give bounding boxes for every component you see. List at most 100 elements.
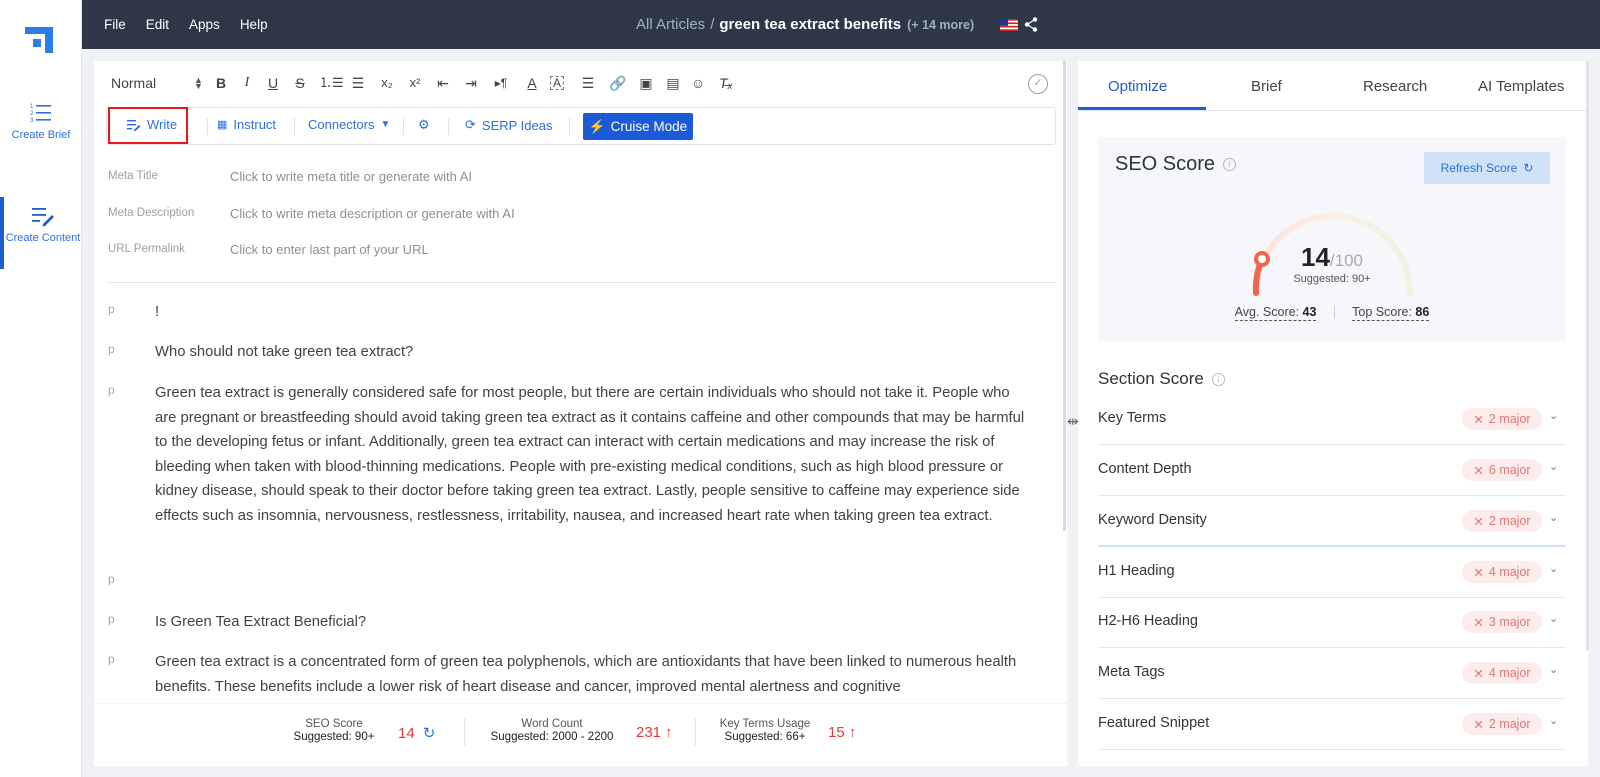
app-logo[interactable] [25, 27, 53, 53]
emoji-icon[interactable]: ☺ [688, 73, 708, 93]
right-scrollbar[interactable] [1586, 61, 1589, 651]
refresh-score-label: Refresh Score [1440, 161, 1518, 175]
top-score[interactable]: Top Score: 86 [1352, 305, 1430, 321]
breadcrumb-all-articles[interactable]: All Articles [636, 16, 705, 33]
block-format-select[interactable]: Normal [111, 75, 156, 91]
badge-label: 4 major [1488, 666, 1531, 680]
bold-icon[interactable]: B [211, 73, 231, 93]
caret-down-icon: ▼ [380, 119, 391, 130]
chevron-down-icon[interactable]: ⌄ [1549, 714, 1558, 727]
chevron-down-icon[interactable]: ⌄ [1549, 562, 1558, 575]
chevron-down-icon[interactable]: ⌄ [1549, 511, 1558, 524]
more-keywords-count[interactable]: (+ 14 more) [907, 18, 974, 32]
menu-file[interactable]: File [104, 17, 126, 32]
chevron-down-icon[interactable]: ⌄ [1549, 409, 1558, 422]
panel-splitter[interactable] [1063, 61, 1066, 531]
chevron-down-icon[interactable]: ⌄ [1549, 612, 1558, 625]
text-direction-icon[interactable]: ▸¶ [491, 73, 511, 93]
section-row-featured-snippet[interactable]: Featured Snippet ✕ 2 major ⌄ [1098, 700, 1566, 750]
tab-optimize[interactable]: Optimize [1108, 78, 1167, 95]
section-row-h1-heading[interactable]: H1 Heading ✕ 4 major ⌄ [1098, 548, 1566, 598]
bullet-list-icon[interactable]: ☰ [348, 73, 368, 93]
section-score-heading: Section Score i [1098, 369, 1225, 389]
tab-active-indicator [1078, 107, 1206, 110]
link-icon[interactable]: 🔗 [608, 73, 628, 93]
info-icon[interactable]: i [1211, 372, 1225, 386]
menu-apps[interactable]: Apps [189, 17, 220, 32]
section-row-content-depth[interactable]: Content Depth ✕ 6 major ⌄ [1098, 446, 1566, 496]
meta-title-input[interactable]: Click to write meta title or generate wi… [230, 169, 472, 184]
score-separator [1333, 306, 1335, 320]
format-toolbar: Normal ▲ ▼ B I U S ⒈☰ ☰ x₂ x² ⇤ ⇥ ▸¶ A A … [94, 61, 1067, 105]
us-flag-icon[interactable] [1000, 19, 1018, 31]
superscript-icon[interactable]: x² [405, 73, 425, 93]
subscript-icon[interactable]: x₂ [377, 73, 397, 93]
paragraph-text[interactable]: Green tea extract is generally considere… [155, 381, 1027, 528]
refresh-icon[interactable]: ↻ [423, 724, 436, 742]
settings-button[interactable]: ⚙ [418, 117, 430, 133]
instruct-button[interactable]: ▦ Instruct [217, 117, 276, 132]
paragraph-text[interactable]: ! [155, 300, 1027, 325]
chevron-down-icon[interactable]: ⌄ [1549, 460, 1558, 473]
refresh-score-button[interactable]: Refresh Score ↻ [1424, 152, 1550, 184]
resize-handle-icon[interactable]: ⇹ [1067, 413, 1079, 430]
image-icon[interactable]: ▣ [636, 73, 656, 93]
underline-icon[interactable]: U [263, 73, 283, 93]
rail-create-brief[interactable]: 1 2 3 Create Brief [0, 102, 82, 142]
status-separator [464, 718, 465, 746]
font-color-icon[interactable]: A [522, 73, 542, 93]
highlight-color-icon[interactable]: A [550, 76, 564, 90]
avg-score[interactable]: Avg. Score: 43 [1234, 305, 1317, 321]
rail-create-content-label: Create Content [5, 232, 81, 244]
section-row-keyword-density[interactable]: Keyword Density ✕ 2 major ⌄ [1098, 497, 1566, 547]
x-icon: ✕ [1473, 717, 1484, 732]
seo-score-heading: SEO Score i [1115, 153, 1237, 176]
meta-description-input[interactable]: Click to write meta description or gener… [230, 206, 515, 221]
cruise-mode-label: Cruise Mode [610, 119, 688, 134]
x-icon: ✕ [1473, 463, 1484, 478]
video-icon[interactable]: ▤ [663, 73, 683, 93]
section-row-key-terms[interactable]: Key Terms ✕ 2 major ⌄ [1098, 395, 1566, 445]
key-terms-stat-suggested: Suggested: 66+ [724, 731, 806, 743]
meta-title-label: Meta Title [108, 170, 158, 182]
indent-icon[interactable]: ⇥ [461, 73, 481, 93]
menu-edit[interactable]: Edit [146, 17, 169, 32]
paragraph-text[interactable]: Who should not take green tea extract? [155, 340, 1027, 365]
url-permalink-input[interactable]: Click to enter last part of your URL [230, 242, 429, 257]
key-terms-stat-value-wrap: 15 ↑ [828, 724, 856, 741]
seo-score-max: /100 [1329, 251, 1363, 270]
url-permalink-label: URL Permalink [108, 243, 185, 255]
ordered-list-icon[interactable]: ⒈☰ [319, 73, 344, 93]
status-badge: ✕ 2 major [1462, 408, 1542, 430]
svg-text:2: 2 [30, 111, 34, 117]
paragraph-tag: p [108, 572, 115, 586]
italic-icon[interactable]: I [237, 73, 257, 93]
serp-ideas-button[interactable]: ⟳ SERP Ideas [465, 117, 553, 133]
clear-format-icon[interactable]: T̶ₓ [716, 73, 736, 93]
share-icon[interactable] [1024, 17, 1038, 32]
align-icon[interactable]: ☰ [578, 73, 598, 93]
chevron-down-icon[interactable]: ⌄ [1549, 663, 1558, 676]
check-circle-icon[interactable]: ✓ [1028, 74, 1048, 94]
tab-brief[interactable]: Brief [1251, 78, 1282, 95]
strikethrough-icon[interactable]: S [290, 73, 310, 93]
tab-research[interactable]: Research [1363, 78, 1427, 95]
section-name: Featured Snippet [1098, 715, 1210, 731]
paragraph-text[interactable]: Is Green Tea Extract Beneficial? [155, 610, 1027, 635]
rail-create-content[interactable]: Create Content [0, 197, 82, 269]
top-score-label: Top Score: [1352, 305, 1412, 319]
block-format-caret-icon[interactable]: ▲ ▼ [194, 76, 203, 91]
instruct-label: Instruct [233, 117, 277, 132]
seo-score-card: SEO Score i Refresh Score ↻ 14/100 Sugge… [1098, 137, 1566, 341]
word-count-stat-value: 231 [636, 724, 662, 741]
section-row-meta-tags[interactable]: Meta Tags ✕ 4 major ⌄ [1098, 649, 1566, 699]
paragraph-text[interactable]: Green tea extract is a concentrated form… [155, 650, 1027, 699]
menu-help[interactable]: Help [240, 17, 268, 32]
info-icon[interactable]: i [1223, 158, 1237, 171]
cruise-mode-button[interactable]: ⚡ Cruise Mode [583, 113, 693, 140]
breadcrumb: All Articles / green tea extract benefit… [636, 16, 974, 33]
tab-ai-templates[interactable]: AI Templates [1478, 78, 1564, 95]
connectors-dropdown[interactable]: Connectors ▼ [308, 117, 390, 132]
section-row-h2-h6-heading[interactable]: H2-H6 Heading ✕ 3 major ⌄ [1098, 598, 1566, 648]
outdent-icon[interactable]: ⇤ [433, 73, 453, 93]
